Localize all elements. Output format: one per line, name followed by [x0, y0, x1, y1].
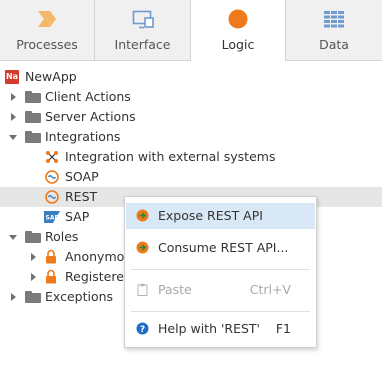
processes-chevron-icon: [38, 11, 56, 27]
app-badge: Na: [5, 70, 19, 84]
data-grid-icon: [324, 11, 344, 28]
tree-item-label: Server Actions: [45, 109, 136, 124]
lock-icon: [46, 249, 56, 264]
menu-item-label: Expose REST API: [158, 208, 263, 223]
tree-item-client-actions[interactable]: Client Actions: [0, 87, 382, 107]
tab-logic[interactable]: Logic: [191, 0, 286, 61]
tree-item-label: SOAP: [65, 169, 99, 184]
folder-open-icon: [25, 131, 41, 143]
tab-processes-label: Processes: [16, 37, 78, 52]
expand-arrow-icon[interactable]: [31, 253, 36, 261]
menu-separator: [131, 269, 310, 270]
menu-separator: [131, 311, 310, 312]
rest-arrow-icon: [136, 209, 149, 222]
tab-interface-label: Interface: [114, 37, 171, 52]
expand-arrow-icon[interactable]: [11, 93, 16, 101]
menu-item-label: Help with 'REST': [158, 321, 260, 336]
tree-item-label: Registered: [65, 269, 132, 284]
tree-item-soap[interactable]: SOAP: [0, 167, 382, 187]
menu-item-shortcut: Ctrl+V: [249, 282, 291, 297]
expand-arrow-icon[interactable]: [11, 113, 16, 121]
tree-item-label: Exceptions: [45, 289, 114, 304]
integration-network-icon: [46, 151, 58, 163]
svg-text:SAP: SAP: [46, 215, 60, 222]
lock-icon: [46, 269, 56, 284]
menu-item-label: Paste: [158, 282, 192, 297]
folder-open-icon: [25, 231, 41, 243]
tree-item-integrations[interactable]: Integrations: [0, 127, 382, 147]
help-icon: ?: [136, 322, 149, 335]
menu-item-help-rest[interactable]: ? Help with 'REST' F1: [126, 316, 315, 342]
folder-icon: [25, 91, 41, 103]
tree-item-label: Client Actions: [45, 89, 131, 104]
tab-interface[interactable]: Interface: [95, 0, 191, 61]
tree-item-newapp[interactable]: Na NewApp: [0, 67, 382, 87]
sap-icon: SAP: [44, 211, 60, 223]
tab-data-label: Data: [319, 37, 349, 52]
editor-tabs: Processes Interface Logic Data: [0, 0, 382, 61]
paste-clipboard-icon: [137, 283, 148, 296]
folder-icon: [25, 111, 41, 123]
soap-icon: [45, 170, 59, 184]
context-menu: Expose REST API Consume REST API... Past…: [124, 196, 317, 348]
tree-item-label: SAP: [65, 209, 90, 224]
folder-icon: [25, 291, 41, 303]
collapse-arrow-icon[interactable]: [9, 235, 17, 240]
rest-arrow-icon: [136, 241, 149, 254]
svg-text:?: ?: [140, 325, 145, 335]
menu-item-consume-rest-api[interactable]: Consume REST API...: [126, 235, 315, 261]
tree-item-label: Roles: [45, 229, 79, 244]
expand-arrow-icon[interactable]: [11, 293, 16, 301]
tab-logic-label: Logic: [221, 37, 255, 52]
interface-screen-icon: [132, 10, 154, 29]
expand-arrow-icon[interactable]: [31, 273, 36, 281]
tree-item-label: NewApp: [25, 69, 77, 84]
menu-item-label: Consume REST API...: [158, 240, 289, 255]
logic-circle-icon: [228, 9, 248, 29]
rest-icon: [45, 190, 59, 204]
tree-item-integration-external[interactable]: Integration with external systems: [0, 147, 382, 167]
tree-item-label: REST: [65, 189, 98, 204]
tree-item-server-actions[interactable]: Server Actions: [0, 107, 382, 127]
menu-item-expose-rest-api[interactable]: Expose REST API: [126, 203, 315, 229]
tab-data[interactable]: Data: [286, 0, 382, 61]
tree-item-label: Integration with external systems: [65, 149, 276, 164]
menu-item-shortcut: F1: [275, 321, 291, 336]
tree-item-label: Integrations: [45, 129, 121, 144]
tab-processes[interactable]: Processes: [0, 0, 95, 61]
menu-item-paste[interactable]: Paste Ctrl+V: [126, 277, 315, 303]
collapse-arrow-icon[interactable]: [9, 135, 17, 140]
